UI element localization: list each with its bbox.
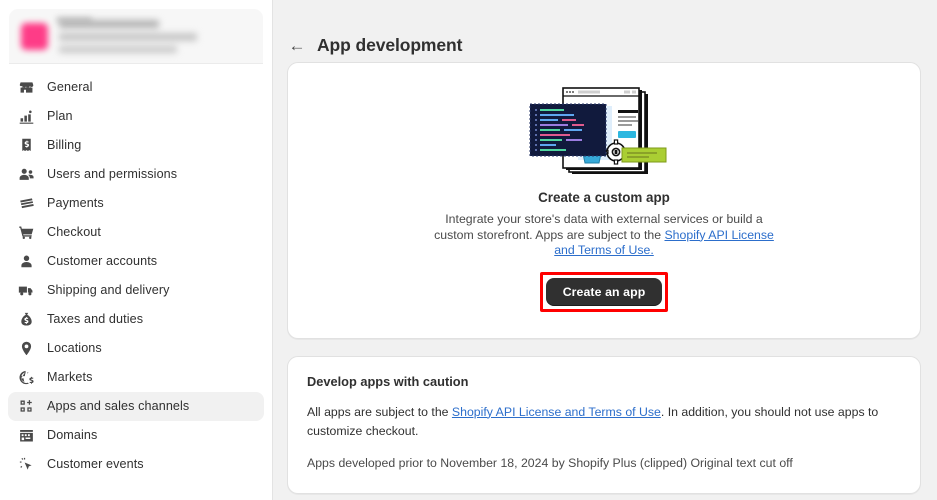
globe-dollar-icon — [16, 368, 36, 388]
person-icon — [16, 252, 36, 272]
redacted-line-1 — [59, 19, 159, 28]
custom-app-illustration — [524, 86, 684, 182]
page-header: ← App development — [273, 0, 937, 62]
shopify-api-terms-link-2[interactable]: Shopify API License and Terms of Use — [452, 405, 661, 419]
sidebar-item-payments[interactable]: Payments — [8, 189, 264, 218]
sidebar-item-label: Users and permissions — [47, 167, 178, 182]
sidebar-item-markets[interactable]: Markets — [8, 363, 264, 392]
sidebar-item-label: Locations — [47, 341, 102, 356]
sidebar-item-general[interactable]: General — [8, 73, 264, 102]
sidebar-item-checkout[interactable]: Checkout — [8, 218, 264, 247]
grid-plus-icon — [16, 397, 36, 417]
sidebar-item-shipping-and-delivery[interactable]: Shipping and delivery — [8, 276, 264, 305]
sidebar-item-label: General — [47, 80, 93, 95]
caution-text-before-link: All apps are subject to the — [307, 404, 452, 419]
redacted-line-2 — [59, 32, 197, 41]
money-bag-icon — [16, 310, 36, 330]
create-an-app-button[interactable]: Create an app — [545, 277, 663, 306]
caution-description: All apps are subject to the Shopify API … — [307, 403, 901, 441]
store-header[interactable] — [9, 9, 263, 64]
sidebar-item-plan[interactable]: Plan — [8, 102, 264, 131]
sidebar-item-customer-accounts[interactable]: Customer accounts — [8, 247, 264, 276]
cursor-click-icon — [16, 455, 36, 475]
create-custom-app-card: Create a custom app Integrate your store… — [287, 62, 921, 339]
app-root: General Plan Billing Users and permissio… — [0, 0, 937, 500]
caution-clipped-paragraph: Apps developed prior to November 18, 202… — [307, 455, 793, 470]
credit-card-icon — [16, 194, 36, 214]
sidebar-item-label: Billing — [47, 138, 82, 153]
sidebar-item-domains[interactable]: Domains — [8, 421, 264, 450]
sidebar-item-label: Payments — [47, 196, 104, 211]
domain-icon — [16, 426, 36, 446]
store-logo — [21, 22, 48, 50]
main-content: ← App development Create a custom app In… — [273, 0, 937, 500]
store-icon — [16, 78, 36, 98]
back-arrow-icon[interactable]: ← — [287, 35, 307, 55]
sidebar-item-label: Markets — [47, 370, 93, 385]
hero-description: Integrate your store's data with externa… — [424, 212, 784, 259]
sidebar-item-taxes-and-duties[interactable]: Taxes and duties — [8, 305, 264, 334]
bill-icon — [16, 136, 36, 156]
users-icon — [16, 165, 36, 185]
chart-icon — [16, 107, 36, 127]
sidebar-item-label: Plan — [47, 109, 73, 124]
sidebar-item-label: Domains — [47, 428, 98, 443]
location-pin-icon — [16, 339, 36, 359]
page-title: App development — [317, 34, 463, 55]
hero-title: Create a custom app — [538, 190, 670, 205]
create-app-button-highlight: Create an app — [539, 271, 669, 312]
sidebar-item-locations[interactable]: Locations — [8, 334, 264, 363]
settings-nav: General Plan Billing Users and permissio… — [0, 64, 272, 500]
sidebar-item-label: Customer events — [47, 457, 144, 472]
sidebar-item-billing[interactable]: Billing — [8, 131, 264, 160]
redacted-line-3 — [59, 45, 177, 53]
caution-title: Develop apps with caution — [307, 373, 469, 389]
sidebar-item-customer-events[interactable]: Customer events — [8, 450, 264, 479]
sidebar-item-users-and-permissions[interactable]: Users and permissions — [8, 160, 264, 189]
sidebar-item-label: Checkout — [47, 225, 102, 240]
sidebar-item-label: Apps and sales channels — [47, 399, 190, 414]
sidebar-item-label: Customer accounts — [47, 254, 158, 269]
truck-icon — [16, 281, 36, 301]
cart-icon — [16, 223, 36, 243]
sidebar-item-apps-and-sales-channels[interactable]: Apps and sales channels — [8, 392, 264, 421]
sidebar-item-label: Taxes and duties — [47, 312, 144, 327]
develop-apps-with-caution-card: Develop apps with caution All apps are s… — [287, 355, 921, 494]
store-name-redacted — [59, 19, 251, 53]
sidebar-item-label: Shipping and delivery — [47, 283, 170, 298]
settings-sidebar: General Plan Billing Users and permissio… — [0, 0, 273, 500]
